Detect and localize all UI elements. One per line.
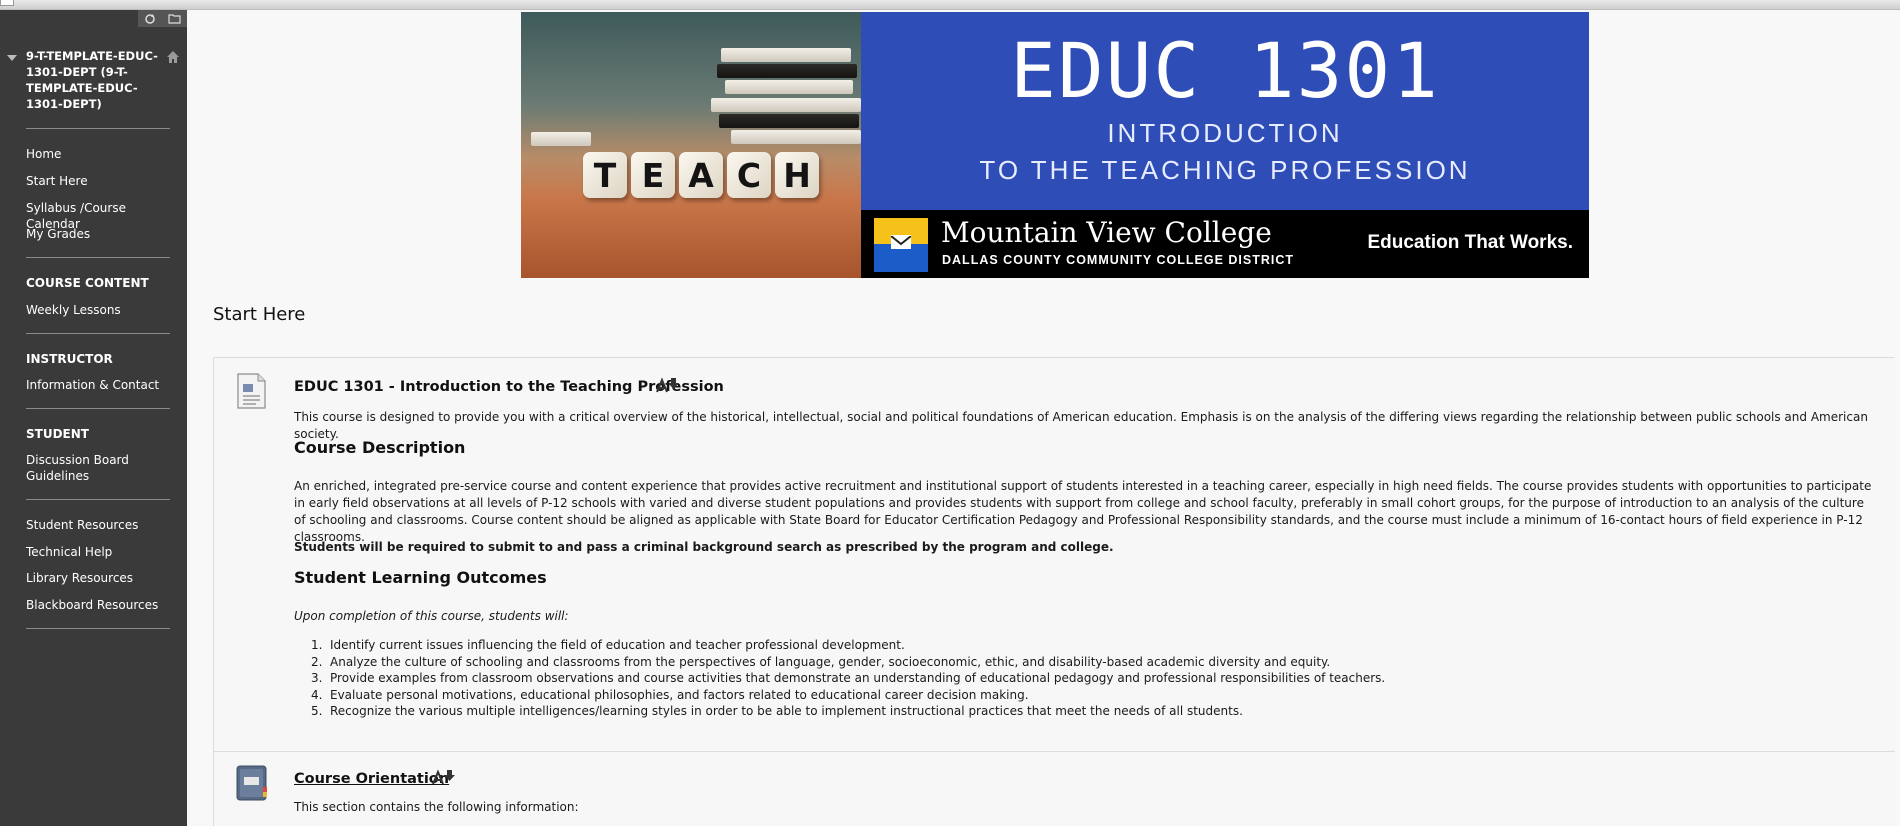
refresh-icon[interactable] <box>144 12 157 25</box>
sidebar-toolbar <box>138 10 187 27</box>
sidebar-item-technical-help[interactable]: Technical Help <box>26 544 176 560</box>
list-item-number: 3. <box>311 671 323 685</box>
sidebar-item-blackboard-resources[interactable]: Blackboard Resources <box>26 597 176 613</box>
list-item: 4. Evaluate personal motivations, educati… <box>311 687 1811 704</box>
die-letter: A <box>679 152 723 198</box>
sidebar-divider <box>26 128 170 129</box>
collapse-caret-icon[interactable] <box>7 55 17 61</box>
list-item: 1. Identify current issues influencing th… <box>311 637 1811 654</box>
course-banner: T E A C H EDUC 1301 INTRODUCTION TO THE … <box>521 12 1589 278</box>
book-shape <box>731 130 861 144</box>
die-letter: E <box>631 152 675 198</box>
book-shape <box>719 114 859 128</box>
sidebar-item-my-grades[interactable]: My Grades <box>26 226 176 242</box>
background-check-notice: Students will be required to submit to a… <box>294 540 1114 554</box>
college-tagline: Education That Works. <box>1367 232 1573 253</box>
course-menu-sidebar: 9-T-TEMPLATE-EDUC-1301-DEPT (9-T-TEMPLAT… <box>0 10 187 826</box>
course-description-text: An enriched, integrated pre-service cour… <box>294 479 1872 544</box>
list-item-number: 4. <box>311 687 323 702</box>
college-name: Mountain View College <box>941 216 1272 249</box>
college-logo <box>874 218 928 272</box>
section-heading-course-content: COURSE CONTENT <box>26 276 149 290</box>
learning-module-icon <box>235 765 268 801</box>
learning-outcomes-heading: Student Learning Outcomes <box>294 568 547 587</box>
sidebar-divider <box>26 499 170 500</box>
home-icon[interactable] <box>166 49 180 63</box>
outcomes-intro-text: Upon completion of this course, students… <box>294 609 569 623</box>
course-title[interactable]: 9-T-TEMPLATE-EDUC-1301-DEPT (9-T-TEMPLAT… <box>26 48 166 112</box>
window-top-strip <box>0 0 1900 10</box>
section-heading-instructor: INSTRUCTOR <box>26 352 113 366</box>
sidebar-item-weekly-lessons[interactable]: Weekly Lessons <box>26 302 176 318</box>
die-letter: T <box>583 152 627 198</box>
sidebar-item-start-here[interactable]: Start Here <box>26 173 176 189</box>
orientation-summary-text: This section contains the following info… <box>294 800 579 814</box>
list-item: 2. Analyze the culture of schooling and c… <box>311 654 1811 671</box>
banner-title-panel: EDUC 1301 INTRODUCTION TO THE TEACHING P… <box>861 12 1589 210</box>
sidebar-divider <box>26 333 170 334</box>
list-item: 5. Recognize the various multiple intelli… <box>311 703 1811 720</box>
learning-outcomes-list: 1. Identify current issues influencing th… <box>311 637 1811 720</box>
list-item: 3. Provide examples from classroom observ… <box>311 670 1811 687</box>
accessibility-alternative-formats-icon[interactable] <box>656 377 680 393</box>
content-item-divider <box>214 751 1895 752</box>
college-brand-bar: Mountain View College DALLAS COUNTY COMM… <box>861 210 1589 278</box>
book-shape <box>721 48 851 62</box>
window-tab-handle[interactable] <box>0 0 14 6</box>
banner-subtitle-line2: TO THE TEACHING PROFESSION <box>979 155 1471 185</box>
die-letter: H <box>775 152 819 198</box>
envelope-icon <box>890 235 912 249</box>
list-item-number: 5. <box>311 704 323 718</box>
list-item-number: 2. <box>311 654 323 669</box>
banner-subtitle-line1: INTRODUCTION <box>1107 118 1343 148</box>
college-district: DALLAS COUNTY COMMUNITY COLLEGE DISTRICT <box>942 253 1295 267</box>
sidebar-item-library-resources[interactable]: Library Resources <box>26 570 176 586</box>
sidebar-divider <box>26 257 170 258</box>
sidebar-item-home[interactable]: Home <box>26 146 176 162</box>
teach-dice: T E A C H <box>583 152 819 198</box>
course-description-heading: Course Description <box>294 438 466 457</box>
book-shape <box>717 64 857 78</box>
list-item-text: Evaluate personal motivations, education… <box>330 687 1029 702</box>
section-heading-student: STUDENT <box>26 427 89 441</box>
die-letter: C <box>727 152 771 198</box>
sidebar-item-student-resources[interactable]: Student Resources <box>26 517 176 533</box>
book-shape <box>711 98 861 112</box>
sidebar-item-discussion-guidelines[interactable]: Discussion Board Guidelines <box>26 452 146 484</box>
list-item-text: Provide examples from classroom observat… <box>330 671 1386 685</box>
banner-course-code: EDUC 1301 <box>1010 26 1440 115</box>
sidebar-divider <box>26 628 170 629</box>
folder-view-icon[interactable] <box>168 12 181 25</box>
course-summary-text: This course is designed to provide you w… <box>294 410 1868 441</box>
list-item-number: 1. <box>311 638 323 652</box>
sidebar-item-information-contact[interactable]: Information & Contact <box>26 377 176 393</box>
list-item-text: Analyze the culture of schooling and cla… <box>330 654 1331 669</box>
accessibility-alternative-formats-icon[interactable] <box>432 769 456 785</box>
page-title: Start Here <box>213 304 306 325</box>
book-shape <box>725 80 853 94</box>
list-item-text: Recognize the various multiple intellige… <box>330 704 1243 718</box>
teach-dice-photo: T E A C H <box>521 12 861 278</box>
course-orientation-link[interactable]: Course Orientation <box>294 771 449 787</box>
book-shape <box>531 132 591 146</box>
document-icon <box>237 373 266 409</box>
sidebar-divider <box>26 408 170 409</box>
list-item-text: Identify current issues influencing the … <box>330 638 905 652</box>
